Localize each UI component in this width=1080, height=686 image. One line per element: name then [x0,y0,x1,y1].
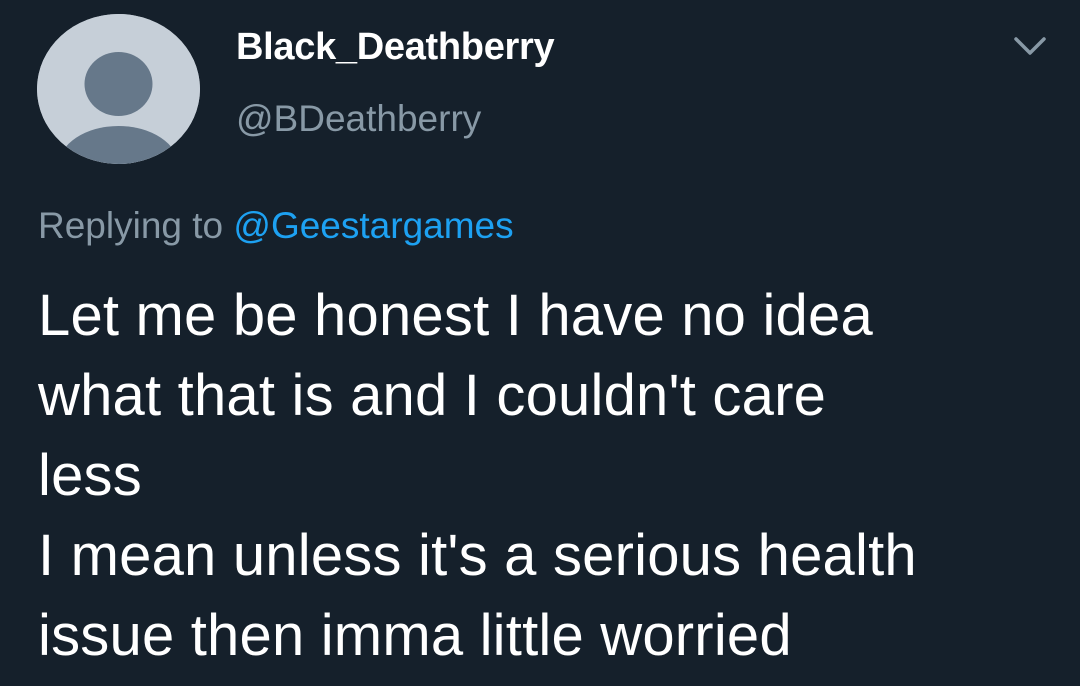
chevron-down-icon[interactable] [1012,34,1048,58]
user-handle[interactable]: @BDeathberry [236,98,481,140]
reply-mention-link[interactable]: @Geestargames [233,205,513,246]
replying-to-label: Replying to [38,205,234,246]
replying-to: Replying to @Geestargames [38,205,514,247]
display-name[interactable]: Black_Deathberry [236,26,555,69]
tweet-detail: Black_Deathberry @BDeathberry Replying t… [0,0,1080,686]
default-profile-avatar-icon [37,14,200,164]
avatar[interactable] [37,14,200,164]
tweet-text: Let me be honest I have no idea what tha… [38,283,917,668]
